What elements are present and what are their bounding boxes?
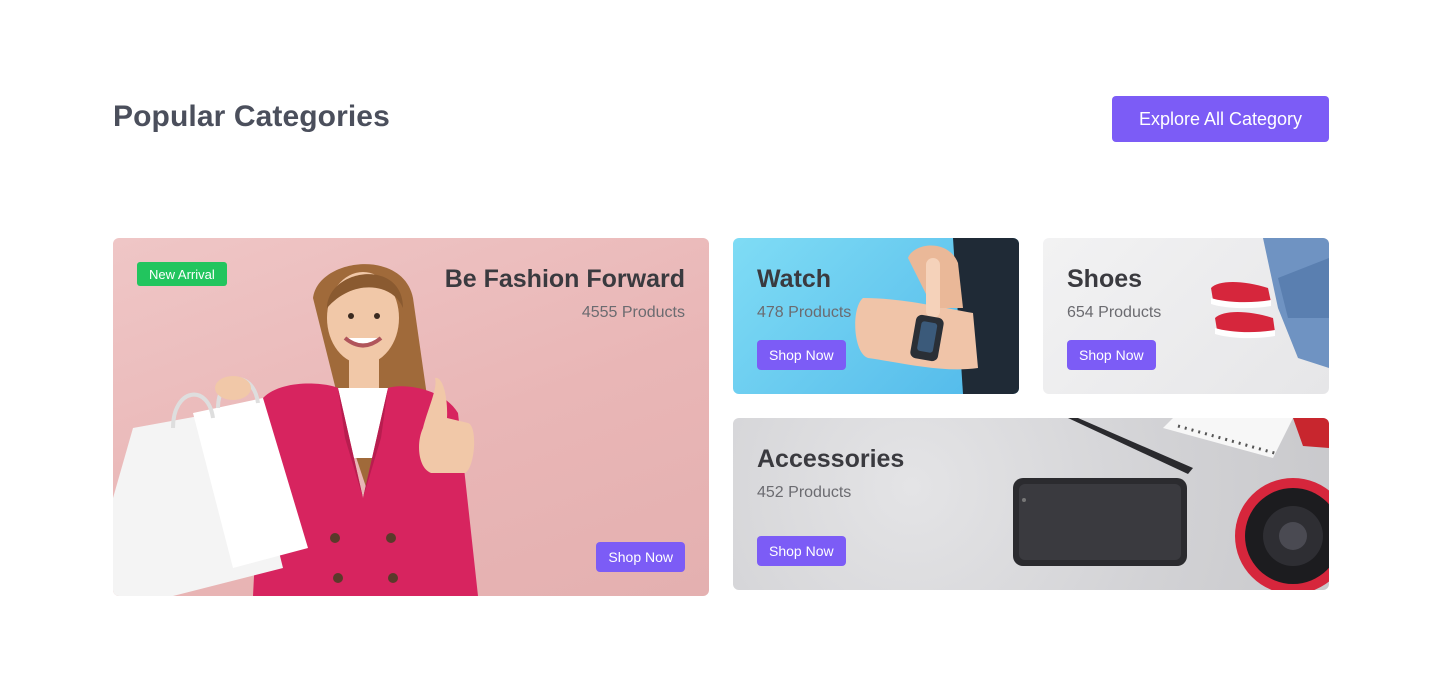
shop-now-button[interactable]: Shop Now (757, 536, 846, 566)
category-card-fashion[interactable]: New Arrival Be Fashion Forward 4555 Prod… (113, 238, 709, 596)
new-arrival-badge: New Arrival (137, 262, 227, 286)
card-title: Be Fashion Forward (444, 265, 685, 293)
shop-now-button[interactable]: Shop Now (757, 340, 846, 370)
card-product-count: 4555 Products (581, 304, 685, 321)
category-card-shoes[interactable]: Shoes 654 Products Shop Now (1043, 238, 1329, 394)
card-title: Shoes (1067, 265, 1143, 293)
card-title: Accessories (757, 445, 905, 473)
shop-now-button[interactable]: Shop Now (1067, 340, 1156, 370)
card-product-count: 654 Products (1067, 304, 1162, 321)
card-title: Watch (757, 265, 832, 293)
card-product-count: 452 Products (757, 484, 852, 501)
shop-now-button[interactable]: Shop Now (596, 542, 685, 572)
category-card-watch[interactable]: Watch 478 Products Shop Now (733, 238, 1019, 394)
card-product-count: 478 Products (757, 304, 852, 321)
section-title: Popular Categories (113, 100, 390, 133)
explore-all-category-button[interactable]: Explore All Category (1112, 96, 1329, 142)
category-card-accessories[interactable]: Accessories 452 Products Shop Now (733, 418, 1329, 590)
popular-categories-section: Popular Categories Explore All Category (0, 0, 1441, 692)
